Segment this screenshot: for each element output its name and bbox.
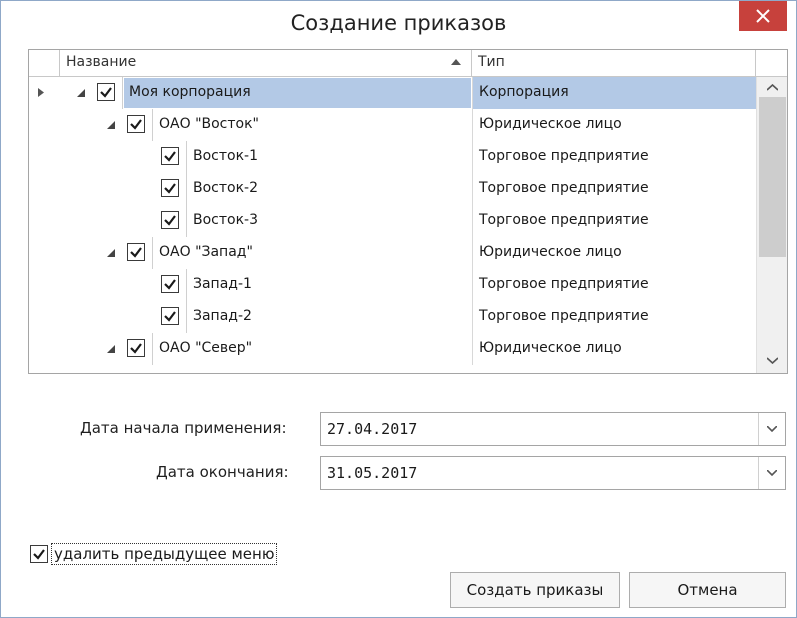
row-type: Юридическое лицо — [479, 340, 622, 356]
header-filler — [756, 50, 787, 77]
row-checkbox[interactable] — [127, 339, 145, 357]
close-icon — [756, 9, 770, 23]
collapse-triangle-icon[interactable] — [107, 345, 115, 353]
row-type: Торговое предприятие — [479, 276, 649, 292]
row-checkbox[interactable] — [127, 115, 145, 133]
check-icon — [164, 215, 176, 226]
chevron-down-icon — [767, 426, 777, 432]
row-checkbox[interactable] — [97, 83, 115, 101]
dialog-title: Создание приказов — [290, 11, 507, 35]
row-name: Восток-1 — [193, 148, 259, 164]
tree-row[interactable]: Восток-2 Торговое предприятие — [29, 173, 755, 205]
start-date-value: 27.04.2017 — [327, 420, 418, 438]
create-orders-button[interactable]: Создать приказы — [450, 572, 620, 608]
row-name: Восток-3 — [193, 212, 259, 228]
row-name: Восток-2 — [193, 180, 259, 196]
row-type: Корпорация — [479, 84, 569, 100]
org-tree-grid[interactable]: Название Тип Моя корпорация Корпорация О… — [28, 49, 788, 374]
start-date-label: Дата начала применения: — [80, 419, 287, 437]
row-type: Юридическое лицо — [479, 244, 622, 260]
row-checkbox[interactable] — [161, 211, 179, 229]
close-button[interactable] — [739, 1, 787, 31]
row-type: Торговое предприятие — [479, 148, 649, 164]
row-checkbox[interactable] — [161, 147, 179, 165]
row-checkbox[interactable] — [161, 307, 179, 325]
vertical-scrollbar[interactable] — [756, 77, 787, 373]
row-indicator-header — [29, 50, 60, 77]
column-header-name[interactable]: Название — [60, 50, 472, 77]
end-date-field[interactable]: 31.05.2017 — [320, 456, 786, 490]
row-checkbox[interactable] — [127, 243, 145, 261]
row-type: Торговое предприятие — [479, 308, 649, 324]
delete-previous-menu-label[interactable]: удалить предыдущее меню — [51, 543, 278, 565]
sort-ascending-icon — [451, 59, 461, 65]
check-icon — [164, 279, 176, 290]
tree-row[interactable]: Моя корпорация Корпорация — [29, 77, 756, 109]
scroll-down-icon[interactable] — [767, 357, 778, 364]
check-icon — [100, 87, 112, 98]
check-icon — [130, 247, 142, 258]
collapse-triangle-icon[interactable] — [107, 121, 115, 129]
collapse-triangle-icon[interactable] — [77, 89, 85, 97]
check-icon — [164, 183, 176, 194]
tree-row[interactable]: Восток-3 Торговое предприятие — [29, 205, 755, 237]
check-icon — [130, 119, 142, 130]
current-row-icon — [38, 88, 44, 97]
row-type: Юридическое лицо — [479, 116, 622, 132]
column-header-name-label: Название — [66, 54, 137, 70]
tree-row[interactable]: ОАО "Север" Юридическое лицо — [29, 333, 755, 365]
collapse-triangle-icon[interactable] — [107, 249, 115, 257]
check-icon — [164, 151, 176, 162]
scroll-up-icon[interactable] — [767, 84, 778, 91]
check-icon — [164, 311, 176, 322]
row-checkbox[interactable] — [161, 275, 179, 293]
dialog-window: Создание приказов Название Тип Моя корпо… — [0, 0, 797, 618]
row-type: Торговое предприятие — [479, 212, 649, 228]
row-checkbox[interactable] — [161, 179, 179, 197]
end-date-label: Дата окончания: — [156, 463, 289, 481]
tree-row[interactable]: Восток-1 Торговое предприятие — [29, 141, 755, 173]
chevron-down-icon — [767, 470, 777, 476]
row-name: ОАО "Север" — [159, 340, 253, 356]
tree-row[interactable]: ОАО "Запад" Юридическое лицо — [29, 237, 755, 269]
start-date-field[interactable]: 27.04.2017 — [320, 412, 786, 446]
title-bar: Создание приказов — [1, 1, 796, 47]
row-name: ОАО "Запад" — [159, 244, 253, 260]
delete-previous-menu-checkbox[interactable] — [30, 545, 48, 563]
row-name: Запад-2 — [193, 308, 252, 324]
tree-row[interactable]: Запад-1 Торговое предприятие — [29, 269, 755, 301]
end-date-dropdown[interactable] — [758, 457, 785, 489]
tree-row[interactable]: ОАО "Восток" Юридическое лицо — [29, 109, 755, 141]
row-type: Торговое предприятие — [479, 180, 649, 196]
column-header-type[interactable]: Тип — [472, 50, 756, 77]
check-icon — [130, 343, 142, 354]
check-icon — [33, 549, 45, 560]
start-date-dropdown[interactable] — [758, 413, 785, 445]
row-name: Моя корпорация — [129, 84, 251, 100]
row-name: Запад-1 — [193, 276, 252, 292]
tree-row[interactable]: Запад-2 Торговое предприятие — [29, 301, 755, 333]
scrollbar-thumb[interactable] — [759, 97, 786, 257]
end-date-value: 31.05.2017 — [327, 464, 418, 482]
column-header-type-label: Тип — [478, 54, 505, 70]
cancel-button[interactable]: Отмена — [629, 572, 786, 608]
row-name: ОАО "Восток" — [159, 116, 259, 132]
